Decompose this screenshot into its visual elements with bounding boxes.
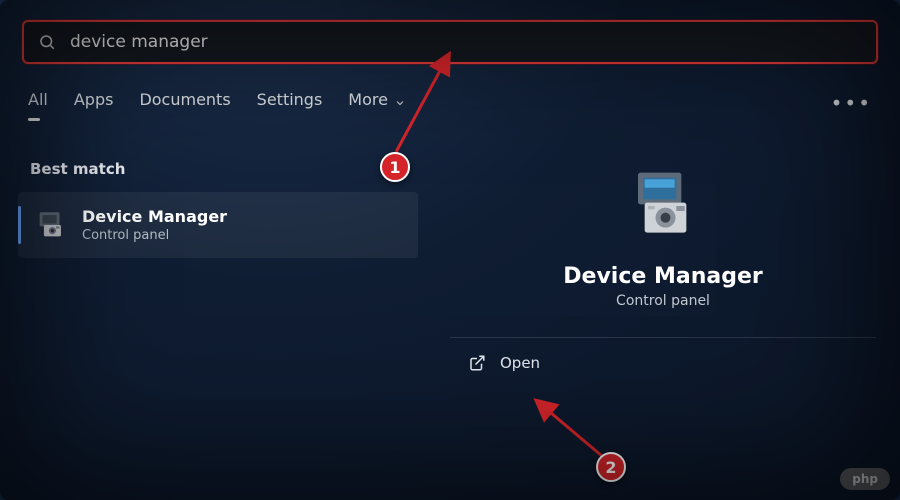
search-bar[interactable] bbox=[22, 20, 878, 64]
tab-label: More bbox=[348, 90, 388, 109]
device-manager-icon bbox=[34, 208, 68, 242]
callout-number: 1 bbox=[389, 158, 400, 177]
filter-tabs: All Apps Documents Settings More ••• bbox=[28, 90, 872, 115]
callout-number: 2 bbox=[605, 458, 616, 477]
tab-documents[interactable]: Documents bbox=[139, 90, 230, 115]
search-icon bbox=[38, 33, 56, 51]
open-label: Open bbox=[500, 354, 540, 372]
search-input[interactable] bbox=[70, 32, 862, 52]
divider bbox=[450, 337, 876, 338]
device-manager-large-icon bbox=[623, 166, 703, 246]
annotation-callout-1: 1 bbox=[380, 152, 410, 182]
watermark-text: php bbox=[852, 472, 878, 486]
annotation-arrow-2 bbox=[530, 396, 610, 460]
tab-all[interactable]: All bbox=[28, 90, 48, 115]
open-external-icon bbox=[468, 354, 486, 372]
details-subtitle: Control panel bbox=[616, 293, 710, 309]
result-text: Device Manager Control panel bbox=[82, 207, 227, 243]
overflow-menu-button[interactable]: ••• bbox=[831, 91, 872, 115]
watermark: php bbox=[840, 468, 890, 490]
open-action[interactable]: Open bbox=[450, 354, 876, 372]
tab-more[interactable]: More bbox=[348, 90, 406, 115]
search-result-device-manager[interactable]: Device Manager Control panel bbox=[18, 192, 418, 258]
tab-label: All bbox=[28, 90, 48, 109]
tab-label: Apps bbox=[74, 90, 114, 109]
chevron-down-icon bbox=[394, 94, 406, 106]
tab-label: Settings bbox=[257, 90, 323, 109]
result-subtitle: Control panel bbox=[82, 228, 227, 243]
annotation-callout-2: 2 bbox=[596, 452, 626, 482]
tab-label: Documents bbox=[139, 90, 230, 109]
result-title: Device Manager bbox=[82, 207, 227, 226]
tab-apps[interactable]: Apps bbox=[74, 90, 114, 115]
tab-settings[interactable]: Settings bbox=[257, 90, 323, 115]
details-title: Device Manager bbox=[563, 264, 762, 289]
section-heading: Best match bbox=[30, 160, 125, 178]
result-details-panel: Device Manager Control panel Open bbox=[450, 160, 876, 372]
